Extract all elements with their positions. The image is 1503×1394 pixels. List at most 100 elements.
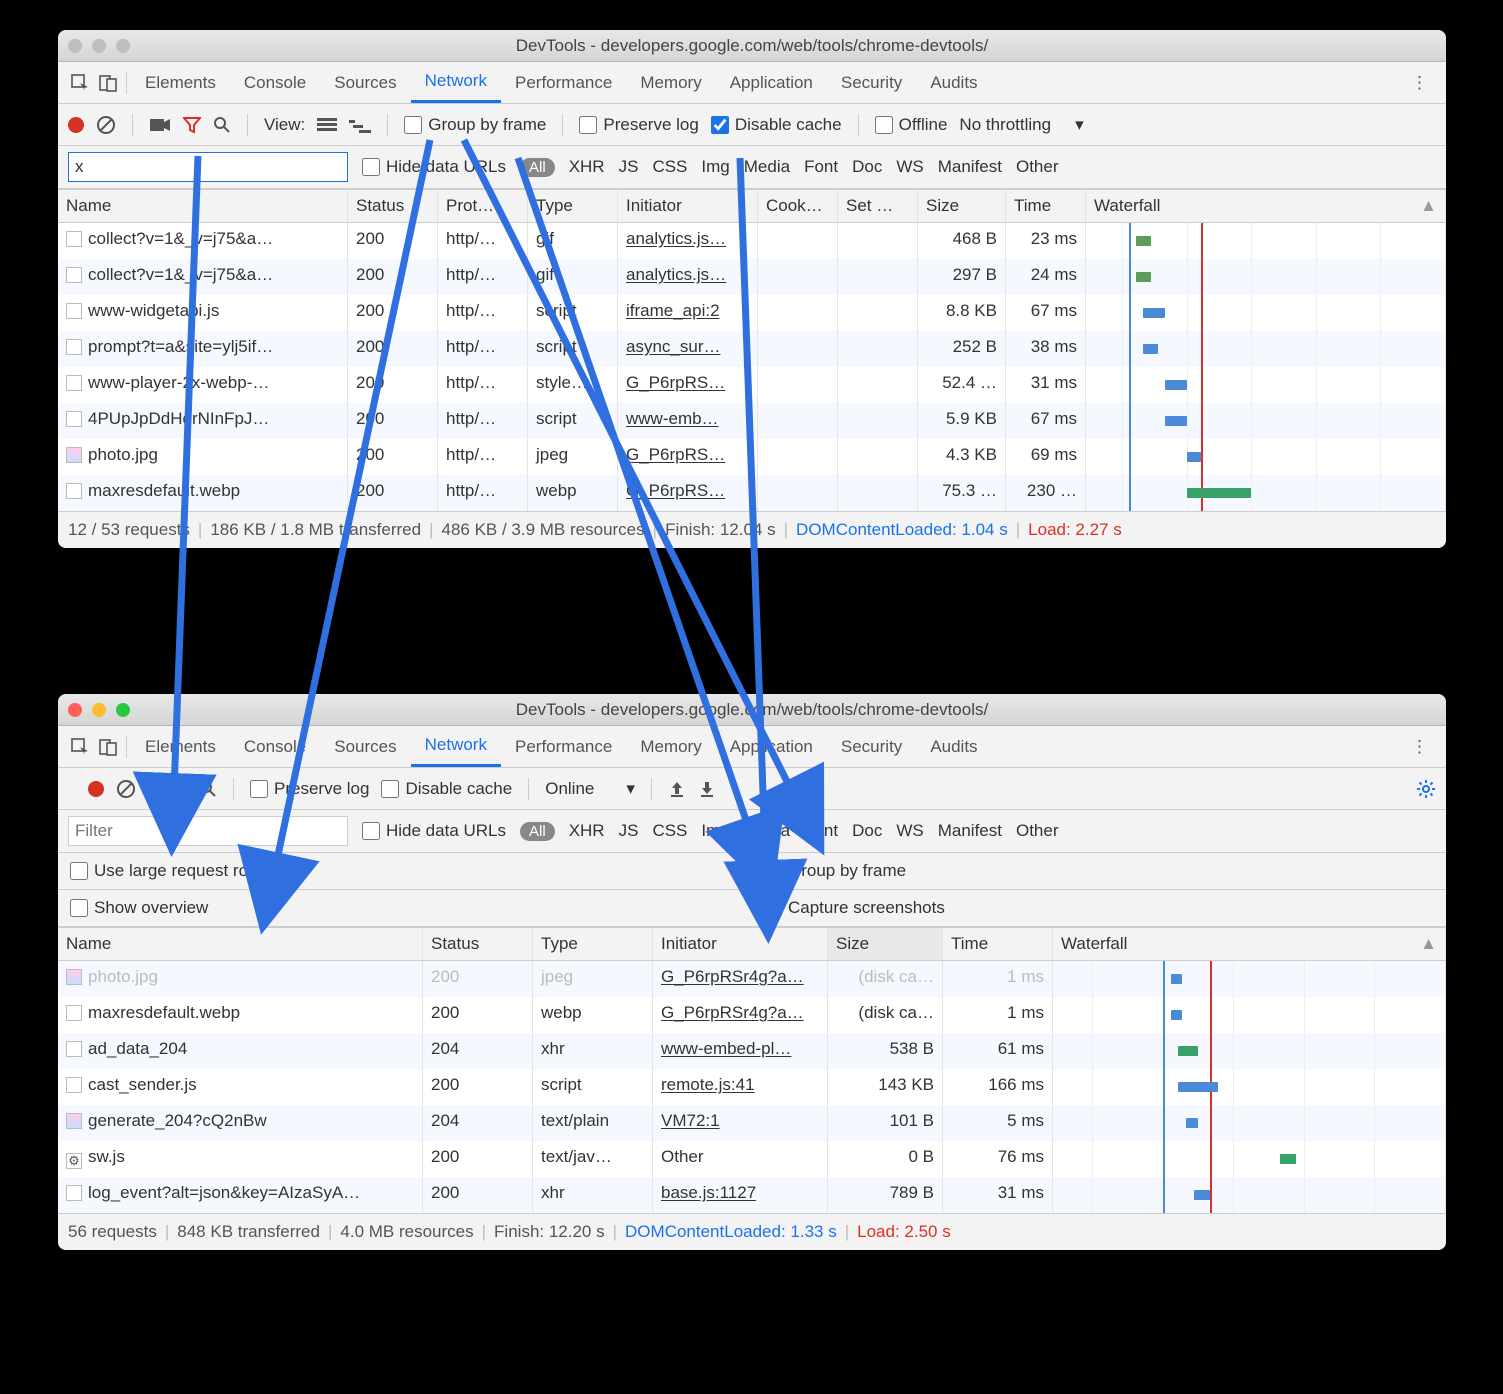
tab-memory[interactable]: Memory (626, 726, 715, 767)
filter-type-xhr[interactable]: XHR (569, 821, 605, 841)
filter-type-font[interactable]: Font (804, 821, 838, 841)
table-row[interactable]: collect?v=1&_v=j75&a…200http/…gifanalyti… (58, 223, 1446, 259)
filter-type-all[interactable]: All (520, 158, 555, 177)
column-prot[interactable]: Prot… (438, 190, 528, 222)
kebab-icon[interactable]: ⋮ (1401, 737, 1438, 757)
large-rows-icon[interactable] (317, 117, 337, 133)
column-cook[interactable]: Cook… (758, 190, 838, 222)
table-header[interactable]: NameStatusTypeInitiatorSizeTimeWaterfall… (58, 927, 1446, 961)
filter-type-font[interactable]: Font (804, 157, 838, 177)
record-button[interactable] (88, 781, 104, 797)
column-initiator[interactable]: Initiator (618, 190, 758, 222)
hide-data-urls-checkbox[interactable]: Hide data URLs (362, 821, 506, 841)
table-row[interactable]: cast_sender.js200scriptremote.js:41143 K… (58, 1069, 1446, 1105)
tab-security[interactable]: Security (827, 726, 916, 767)
titlebar[interactable]: DevTools - developers.google.com/web/too… (58, 30, 1446, 62)
tab-console[interactable]: Console (230, 726, 320, 767)
column-set[interactable]: Set … (838, 190, 918, 222)
close-icon[interactable] (68, 703, 82, 717)
column-time[interactable]: Time (943, 928, 1053, 960)
column-type[interactable]: Type (533, 928, 653, 960)
tab-audits[interactable]: Audits (916, 62, 991, 103)
filter-type-css[interactable]: CSS (652, 821, 687, 841)
table-row[interactable]: maxresdefault.webp200http/…webpG_P6rpRS…… (58, 475, 1446, 511)
overview-icon[interactable] (349, 117, 371, 133)
filter-type-doc[interactable]: Doc (852, 157, 882, 177)
tab-performance[interactable]: Performance (501, 62, 626, 103)
minimize-icon[interactable] (92, 703, 106, 717)
filter-type-other[interactable]: Other (1016, 157, 1059, 177)
tab-network[interactable]: Network (411, 62, 501, 103)
tab-application[interactable]: Application (716, 62, 827, 103)
traffic-lights[interactable] (68, 703, 130, 717)
filter-type-media[interactable]: Media (744, 821, 790, 841)
filter-input[interactable] (68, 152, 348, 182)
camera-icon[interactable] (149, 117, 171, 133)
hide-data-urls-checkbox[interactable]: Hide data URLs (362, 157, 506, 177)
column-waterfall[interactable]: Waterfall▲ (1086, 190, 1446, 222)
inspect-icon[interactable] (66, 69, 94, 97)
filter-type-img[interactable]: Img (701, 821, 729, 841)
table-row[interactable]: collect?v=1&_v=j75&a…200http/…gifanalyti… (58, 259, 1446, 295)
table-row[interactable]: log_event?alt=json&key=AIzaSyA…200xhrbas… (58, 1177, 1446, 1213)
filter-icon[interactable] (169, 780, 187, 798)
download-icon[interactable] (698, 780, 716, 798)
clear-icon[interactable] (96, 115, 116, 135)
large-rows-checkbox[interactable]: Use large request rows (70, 861, 740, 881)
upload-icon[interactable] (668, 780, 686, 798)
filter-type-css[interactable]: CSS (652, 157, 687, 177)
traffic-lights[interactable] (68, 39, 130, 53)
table-row[interactable]: maxresdefault.webp200webpG_P6rpRSr4g?a…(… (58, 997, 1446, 1033)
zoom-icon[interactable] (116, 703, 130, 717)
throttling-select[interactable]: No throttling▾ (959, 115, 1083, 135)
column-waterfall[interactable]: Waterfall▲ (1053, 928, 1446, 960)
zoom-icon[interactable] (116, 39, 130, 53)
filter-type-js[interactable]: JS (619, 157, 639, 177)
column-size[interactable]: Size (828, 928, 943, 960)
table-row[interactable]: ad_data_204204xhrwww-embed-pl…538 B61 ms (58, 1033, 1446, 1069)
filter-icon[interactable] (183, 116, 201, 134)
filter-type-xhr[interactable]: XHR (569, 157, 605, 177)
tab-application[interactable]: Application (716, 726, 827, 767)
record-button[interactable] (68, 117, 84, 133)
column-initiator[interactable]: Initiator (653, 928, 828, 960)
filter-type-all[interactable]: All (520, 822, 555, 841)
tab-network[interactable]: Network (411, 726, 501, 767)
table-row[interactable]: prompt?t=a&site=ylj5if…200http/…scriptas… (58, 331, 1446, 367)
disable-cache-checkbox[interactable]: Disable cache (381, 779, 512, 799)
filter-type-media[interactable]: Media (744, 157, 790, 177)
close-icon[interactable] (68, 39, 82, 53)
column-size[interactable]: Size (918, 190, 1006, 222)
tab-performance[interactable]: Performance (501, 726, 626, 767)
filter-type-ws[interactable]: WS (896, 157, 923, 177)
column-name[interactable]: Name (58, 928, 423, 960)
table-row[interactable]: www-player-2x-webp-…200http/…style…G_P6r… (58, 367, 1446, 403)
filter-input[interactable] (68, 816, 348, 846)
table-header[interactable]: NameStatusProt…TypeInitiatorCook…Set …Si… (58, 189, 1446, 223)
filter-type-manifest[interactable]: Manifest (938, 821, 1002, 841)
capture-screenshots-checkbox[interactable]: Capture screenshots (764, 898, 1434, 918)
table-row[interactable]: generate_204?cQ2nBw204text/plainVM72:110… (58, 1105, 1446, 1141)
group-by-frame-checkbox[interactable]: Group by frame (764, 861, 1434, 881)
filter-type-doc[interactable]: Doc (852, 821, 882, 841)
table-row[interactable]: 4PUpJpDdHqrNInFpJ…200http/…scriptwww-emb… (58, 403, 1446, 439)
table-row[interactable]: sw.js200text/jav…Other0 B76 ms (58, 1141, 1446, 1177)
gear-icon[interactable] (1416, 779, 1436, 799)
device-icon[interactable] (94, 69, 122, 97)
kebab-icon[interactable]: ⋮ (1401, 73, 1438, 93)
titlebar[interactable]: DevTools - developers.google.com/web/too… (58, 694, 1446, 726)
table-row[interactable]: photo.jpg200jpegG_P6rpRSr4g?a…(disk ca…1… (58, 961, 1446, 997)
preserve-log-checkbox[interactable]: Preserve log (250, 779, 369, 799)
show-overview-checkbox[interactable]: Show overview (70, 898, 740, 918)
filter-type-ws[interactable]: WS (896, 821, 923, 841)
minimize-icon[interactable] (92, 39, 106, 53)
disable-cache-checkbox[interactable]: Disable cache (711, 115, 842, 135)
tab-elements[interactable]: Elements (131, 726, 230, 767)
search-icon[interactable] (213, 116, 231, 134)
column-type[interactable]: Type (528, 190, 618, 222)
filter-type-js[interactable]: JS (619, 821, 639, 841)
preserve-log-checkbox[interactable]: Preserve log (579, 115, 698, 135)
group-by-frame-checkbox[interactable]: Group by frame (404, 115, 546, 135)
tab-elements[interactable]: Elements (131, 62, 230, 103)
filter-type-img[interactable]: Img (701, 157, 729, 177)
